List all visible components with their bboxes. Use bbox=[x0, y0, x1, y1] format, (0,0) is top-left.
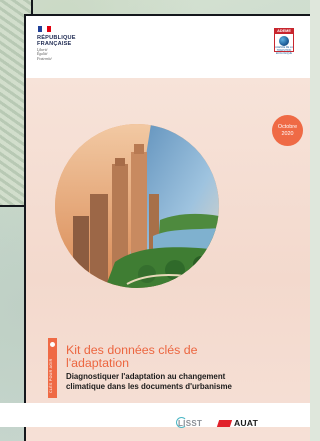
cover-photo-circle bbox=[55, 124, 219, 288]
lisst-logo: LISST bbox=[178, 419, 203, 428]
date-badge: Octobre 2020 bbox=[272, 115, 303, 146]
french-flag-icon bbox=[38, 26, 51, 32]
ademe-logo: ADEME AGENCE DE LA TRANSITION ÉCOLOGIQUE bbox=[274, 28, 294, 55]
cover-title: Kit des données clés de l'adaptation bbox=[66, 343, 198, 370]
ademe-label: ADEME bbox=[275, 29, 293, 34]
side-label: CLÉS POUR AGIR bbox=[49, 358, 53, 393]
auat-logo: AUAT bbox=[234, 418, 259, 428]
cover-header: RÉPUBLIQUE FRANÇAISE Liberté Égalité Fra… bbox=[26, 16, 310, 78]
cover-footer bbox=[0, 403, 310, 427]
auat-logo-icon bbox=[216, 420, 233, 427]
globe-icon bbox=[279, 36, 289, 46]
cover-subtitle: Diagnostiquer l'adaptation au changement… bbox=[66, 372, 232, 391]
ademe-subtitle: AGENCE DE LA TRANSITION ÉCOLOGIQUE bbox=[275, 46, 293, 55]
badge-year: 2020 bbox=[281, 130, 294, 137]
republic-motto: Liberté Égalité Fraternité bbox=[37, 48, 52, 61]
republique-francaise-text: RÉPUBLIQUE FRANÇAISE bbox=[37, 35, 76, 48]
city-park-illustration bbox=[55, 124, 219, 288]
